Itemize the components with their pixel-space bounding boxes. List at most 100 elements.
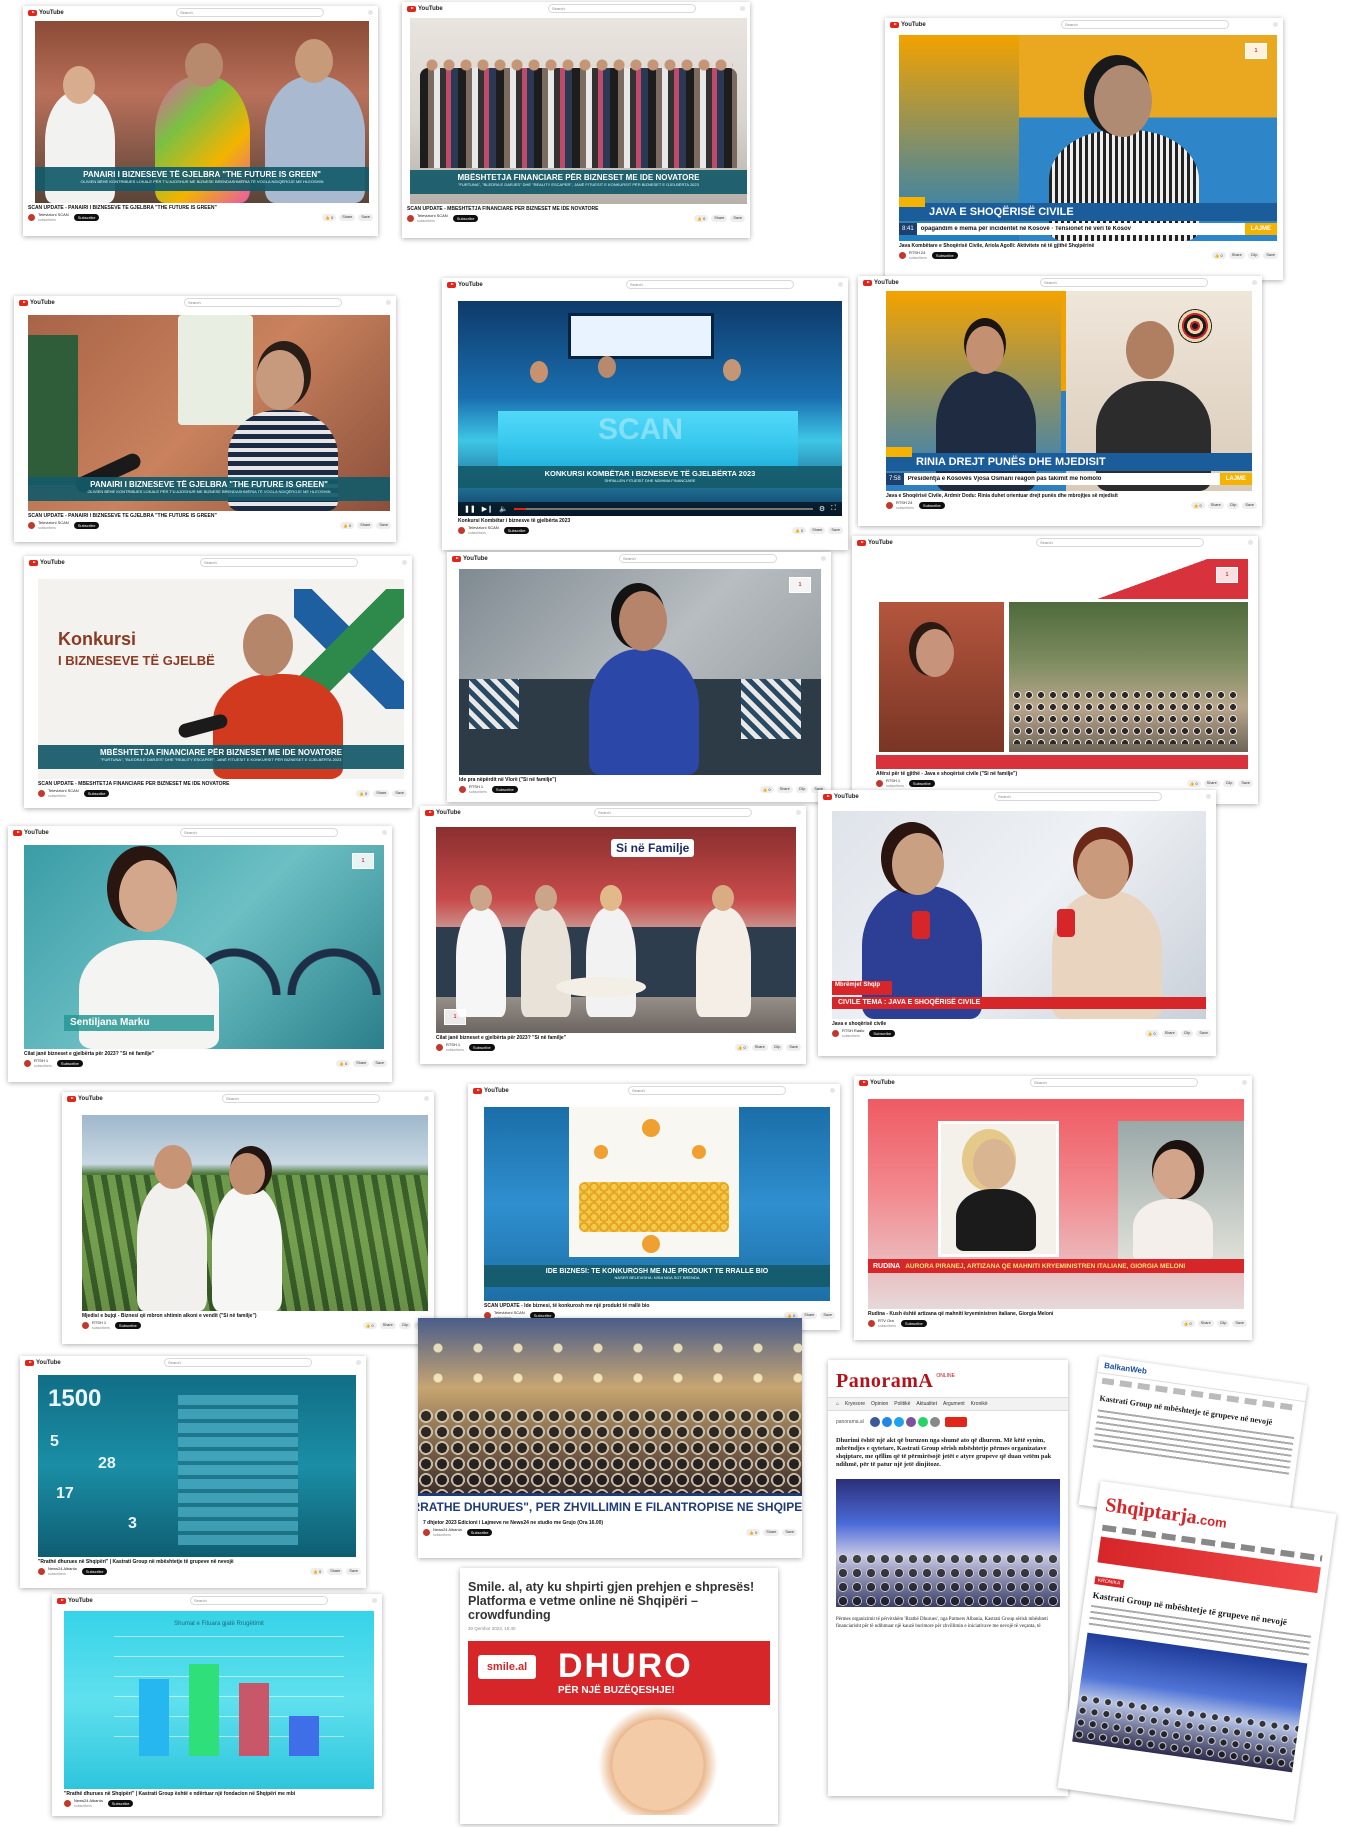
subscribe-button[interactable]: Subscribe xyxy=(931,252,958,259)
search-input[interactable]: Search xyxy=(184,298,342,307)
clip-button[interactable]: Clip xyxy=(1216,1320,1230,1327)
smile-logo[interactable]: smile.al xyxy=(478,1655,536,1679)
youtube-logo[interactable]: YouTube xyxy=(863,279,899,286)
channel-avatar[interactable] xyxy=(28,522,35,529)
mic-icon[interactable] xyxy=(830,1088,835,1093)
clip-button[interactable]: Clip xyxy=(1226,502,1240,509)
channel-avatar[interactable] xyxy=(38,790,45,797)
subscribe-button[interactable]: Subscribe xyxy=(466,1529,493,1536)
news-article-shqiptarja[interactable]: Shqiptarja.com KRONIKA Kastrati Group në… xyxy=(1057,1480,1337,1822)
youtube-logo[interactable]: YouTube xyxy=(823,793,859,800)
channel-avatar[interactable] xyxy=(899,252,906,259)
video-card[interactable]: YouTube Search 1 RINIA DREJT PUNËS DHE MJ… xyxy=(858,276,1262,526)
subscribe-button[interactable]: Subscribe xyxy=(918,502,945,509)
search-input[interactable]: Search xyxy=(628,1086,786,1095)
video-title[interactable]: Rudina - Kush është artizana që mahniti … xyxy=(868,1311,1247,1317)
video-card[interactable]: YouTube Search PANAIRI I BIZNESEVE TË GJE… xyxy=(14,296,396,542)
youtube-logo[interactable]: YouTube xyxy=(25,1359,61,1366)
youtube-logo[interactable]: YouTube xyxy=(857,539,893,546)
channel-name[interactable]: Televizioni SCAN xyxy=(417,213,448,218)
video-title[interactable]: SCAN UPDATE - MBËSHTETJA FINANCIARE PËR … xyxy=(38,781,407,787)
channel-name[interactable]: Televizioni SCAN xyxy=(468,525,499,530)
save-button[interactable]: Save xyxy=(376,522,391,529)
save-button[interactable]: Save xyxy=(346,1568,361,1575)
video-player[interactable]: 1 RINIA DREJT PUNËS DHE MJEDISIT 7:58 Pr… xyxy=(886,291,1252,491)
like-button[interactable]: 👍 0 xyxy=(746,1529,761,1536)
mic-icon[interactable] xyxy=(368,10,373,15)
channel-name[interactable]: Televizioni SCAN xyxy=(38,212,69,217)
youtube-logo[interactable]: YouTube xyxy=(425,809,461,816)
save-button[interactable]: Save xyxy=(1238,780,1253,787)
channel-avatar[interactable] xyxy=(64,1800,71,1807)
subscribe-button[interactable]: Subscribe xyxy=(503,527,530,534)
channel-name[interactable]: Televizioni SCAN xyxy=(494,1310,525,1315)
youtube-logo[interactable]: YouTube xyxy=(407,5,443,12)
pause-icon[interactable]: ❚❚ xyxy=(464,505,476,513)
share-button[interactable]: Share xyxy=(339,214,356,221)
mic-icon[interactable] xyxy=(1248,540,1253,545)
channel-avatar[interactable] xyxy=(459,786,466,793)
subscribe-button[interactable]: Subscribe xyxy=(114,1322,141,1329)
share-button[interactable]: Share xyxy=(751,1044,768,1051)
share-button[interactable]: Share xyxy=(763,1529,780,1536)
video-title[interactable]: "Rrathë dhurues në Shqipëri" | Kastrati … xyxy=(38,1559,361,1565)
video-card[interactable]: YouTube Search PANAIRI I BIZNESEVE TË GJE… xyxy=(23,6,378,236)
video-player[interactable]: 1 JAVA E SHOQËRISË CIVILE 8:41 opagandim… xyxy=(899,35,1277,241)
viber-icon[interactable] xyxy=(905,1417,916,1427)
channel-name[interactable]: RTSH 1 xyxy=(34,1058,48,1063)
channel-name[interactable]: RTSH 1 xyxy=(92,1320,106,1325)
video-player[interactable]: Mbrëmjet Shqip CIVILE TEMA : JAVA E SHOQ… xyxy=(832,811,1206,1019)
video-title[interactable]: Java e shoqërisë civile xyxy=(832,1021,1211,1027)
subscribe-button[interactable]: Subscribe xyxy=(869,1030,896,1037)
share-button[interactable]: Share xyxy=(1203,780,1220,787)
video-player[interactable]: SCAN KONKURSI KOMBËTAR I BIZNESEVE TË GJ… xyxy=(458,301,842,516)
channel-avatar[interactable] xyxy=(832,1030,839,1037)
subscribe-button[interactable]: Subscribe xyxy=(468,1044,495,1051)
news-article-panorama[interactable]: PanoramA ONLINE ⌂ Kryesore Opinion Polit… xyxy=(828,1360,1068,1796)
nav-item[interactable]: Opinion xyxy=(871,1401,888,1407)
player-controls[interactable]: ❚❚ ▶❙ 🔈 ⚙ ⛶ xyxy=(458,502,842,516)
mic-icon[interactable] xyxy=(796,810,801,815)
channel-avatar[interactable] xyxy=(868,1320,875,1327)
like-button[interactable]: 👍 0 xyxy=(356,790,371,797)
save-button[interactable]: Save xyxy=(820,1312,835,1319)
channel-name[interactable]: RTSH 1 xyxy=(886,778,900,783)
whatsapp-icon[interactable] xyxy=(917,1417,928,1427)
channel-avatar[interactable] xyxy=(458,527,465,534)
search-input[interactable]: Search xyxy=(200,558,358,567)
like-button[interactable]: 👍 0 xyxy=(322,214,337,221)
save-button[interactable]: Save xyxy=(1263,252,1278,259)
like-button[interactable]: 👍 0 xyxy=(1186,780,1201,787)
video-player[interactable]: PANAIRI I BIZNESEVE TË GJELBRA "THE FUTU… xyxy=(35,21,369,203)
youtube-logo[interactable]: YouTube xyxy=(473,1087,509,1094)
like-button[interactable]: 👍 0 xyxy=(759,786,774,793)
channel-name[interactable]: News24 Albania xyxy=(74,1798,103,1803)
subscribe-button[interactable]: Subscribe xyxy=(491,786,518,793)
youtube-logo[interactable]: YouTube xyxy=(28,9,64,16)
search-input[interactable]: Search xyxy=(594,808,752,817)
youtube-logo[interactable]: YouTube xyxy=(452,555,488,562)
channel-name[interactable]: RTSH Radio xyxy=(842,1028,864,1033)
video-player[interactable]: Si në Familje 1 xyxy=(436,827,796,1033)
share-button[interactable]: Share xyxy=(809,527,826,534)
video-title[interactable]: SCAN UPDATE - MBËSHTETJA FINANCIARE PËR … xyxy=(407,206,745,212)
like-button[interactable]: 👍 0 xyxy=(1211,252,1226,259)
clip-button[interactable]: Clip xyxy=(1222,780,1236,787)
nav-item[interactable]: Aktualitet xyxy=(916,1401,937,1407)
subscribe-button[interactable]: Subscribe xyxy=(452,215,479,222)
next-icon[interactable]: ▶❙ xyxy=(482,505,493,513)
mic-icon[interactable] xyxy=(386,300,391,305)
video-title[interactable]: Java Kombëtare e Shoqërisë Civile, Ariol… xyxy=(899,243,1278,249)
like-button[interactable]: 👍 0 xyxy=(340,522,355,529)
video-card[interactable]: YouTube Search 1500 5 28 17 3 "Rrathë dhu… xyxy=(20,1356,366,1588)
video-player[interactable]: Shumat e Fituara gjatë Rrugëtimit xyxy=(64,1611,374,1789)
video-card[interactable]: YouTube Search MBËSHTETJA FINANCIARE PËR … xyxy=(402,2,750,238)
subscribe-button[interactable]: Subscribe xyxy=(107,1800,134,1807)
video-card[interactable]: YouTube Search 1 JAVA E SHOQËRISË CIVILE … xyxy=(885,18,1283,280)
video-player[interactable]: RUDINA AURORA PIRANEJ, ARTIZANA QË MAHNI… xyxy=(868,1099,1244,1309)
video-card[interactable]: YouTube Search SCAN KONKURSI KOMBËTAR I B… xyxy=(442,278,848,550)
save-button[interactable]: Save xyxy=(782,1529,797,1536)
subscribe-button[interactable]: Subscribe xyxy=(908,780,935,787)
progress-bar[interactable] xyxy=(513,508,813,510)
link-icon[interactable] xyxy=(929,1417,940,1427)
